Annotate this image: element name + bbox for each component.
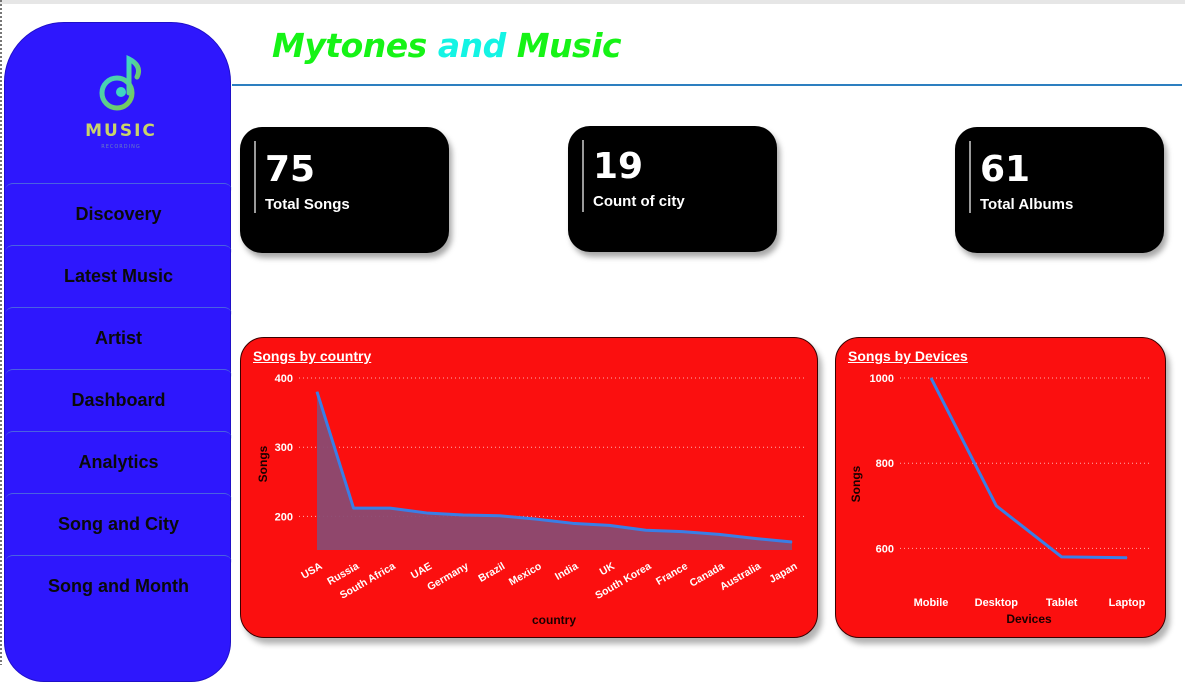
panel-songs-by-devices[interactable]: Songs by Devices 600 800 1000 Mobile Desktop… <box>835 337 1166 638</box>
data-point <box>681 531 683 533</box>
x-tick-label: Laptop <box>1109 597 1146 609</box>
x-tick-label: Tablet <box>1046 597 1078 609</box>
x-tick-label: Australia <box>718 560 763 593</box>
title-part-mytones: Mytones <box>272 26 427 65</box>
songs-by-country-chart: 200300400USA RussiaSouth Africa UAEGermany… <box>256 373 804 627</box>
x-axis-title: country <box>532 613 576 627</box>
kpi-accent-bar <box>254 141 256 213</box>
title-part-music: Music <box>516 26 622 65</box>
x-tick-label: USA <box>299 560 325 582</box>
data-point <box>426 512 428 514</box>
logo-text: MUSIC <box>85 121 157 141</box>
page-title: Mytones and Music <box>272 26 622 65</box>
sidebar-item-song-and-month[interactable]: Song and Month <box>5 555 232 617</box>
data-point <box>353 507 355 509</box>
y-tick-label: 400 <box>275 373 293 385</box>
y-axis-title: Songs <box>256 445 270 482</box>
kpi-label: Total Songs <box>265 196 350 213</box>
x-axis-title: Devices <box>1006 612 1052 626</box>
data-point <box>462 514 464 516</box>
data-point <box>608 524 610 526</box>
area-fill <box>317 391 792 550</box>
data-point <box>535 518 537 520</box>
x-tick-label: UAE <box>409 560 434 581</box>
data-point <box>316 391 318 393</box>
left-dotted-border <box>0 0 2 665</box>
data-point <box>995 505 997 507</box>
x-tick-label: Japan <box>767 560 799 586</box>
kpi-label: Total Albums <box>980 196 1074 213</box>
data-point <box>572 522 574 524</box>
sidebar-item-analytics[interactable]: Analytics <box>5 431 232 493</box>
y-tick-label: 300 <box>275 442 293 454</box>
kpi-card-total-songs: 75 Total Songs <box>240 127 449 253</box>
music-note-icon <box>99 54 142 111</box>
data-point <box>718 533 720 535</box>
sidebar-item-latest-music[interactable]: Latest Music <box>5 245 232 307</box>
data-point <box>1126 557 1128 559</box>
panel-songs-by-country[interactable]: Songs by country 200 300 400 USA Russia South… <box>240 337 818 638</box>
music-logo: MUSIC RECORDING <box>81 53 161 153</box>
y-tick-label: 800 <box>876 458 894 470</box>
kpi-accent-bar <box>582 140 584 212</box>
sidebar: MUSIC RECORDING Discovery Latest Music A… <box>4 22 232 682</box>
sidebar-nav: Discovery Latest Music Artist Dashboard … <box>5 183 232 617</box>
data-point <box>930 377 932 379</box>
header-divider <box>232 84 1182 86</box>
kpi-card-count-of-city: 19 Count of city <box>568 126 777 252</box>
kpi-value: 75 <box>265 149 316 190</box>
data-point <box>389 507 391 509</box>
kpi-card-total-albums: 61 Total Albums <box>955 127 1164 253</box>
data-point <box>645 529 647 531</box>
y-axis-title: Songs <box>849 465 863 502</box>
title-part-and: and <box>437 26 506 65</box>
sidebar-item-dashboard[interactable]: Dashboard <box>5 369 232 431</box>
kpi-label: Count of city <box>593 193 685 210</box>
x-tick-label: UK <box>598 560 617 578</box>
songs-by-devices-chart: 600 800 1000 Mobile Desktop Tablet Laptop Devic… <box>849 373 1152 626</box>
y-tick-label: 200 <box>275 511 293 523</box>
data-point <box>754 538 756 540</box>
sidebar-item-artist[interactable]: Artist <box>5 307 232 369</box>
x-tick-label: Brazil <box>476 560 507 585</box>
sidebar-item-song-and-city[interactable]: Song and City <box>5 493 232 555</box>
x-tick-label: India <box>553 560 580 583</box>
logo-subtext: RECORDING <box>101 144 141 150</box>
kpi-value: 61 <box>980 149 1031 190</box>
x-tick-label: Mobile <box>914 597 949 609</box>
data-point <box>499 515 501 517</box>
data-point <box>791 541 793 543</box>
x-tick-label: Desktop <box>975 597 1019 609</box>
sidebar-item-discovery[interactable]: Discovery <box>5 183 232 245</box>
data-point <box>1061 556 1063 558</box>
top-border <box>0 0 1185 4</box>
series-line <box>929 377 1128 560</box>
x-tick-label: Mexico <box>507 560 544 588</box>
y-tick-label: 1000 <box>870 373 894 385</box>
y-tick-label: 600 <box>876 543 894 555</box>
kpi-value: 19 <box>593 146 644 187</box>
x-tick-label: Germany <box>425 560 471 593</box>
x-tick-label: France <box>654 560 690 588</box>
kpi-accent-bar <box>969 141 971 213</box>
